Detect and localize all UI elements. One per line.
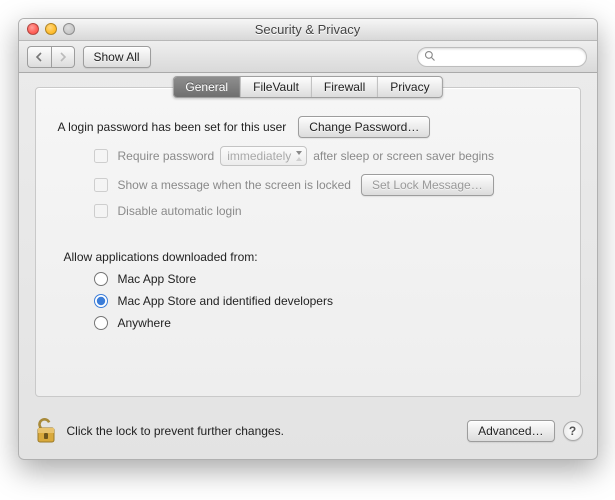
tab-filevault[interactable]: FileVault [241, 77, 312, 97]
show-message-checkbox[interactable] [94, 178, 108, 192]
disable-auto-login-checkbox[interactable] [94, 204, 108, 218]
footer: Click the lock to prevent further change… [19, 409, 597, 459]
window-controls [27, 23, 75, 35]
nav-segment [27, 46, 75, 68]
disable-auto-login-label: Disable automatic login [118, 204, 242, 218]
toolbar: Show All [19, 41, 597, 73]
panel-area: General FileVault Firewall Privacy A log… [19, 73, 597, 409]
tab-privacy[interactable]: Privacy [378, 77, 441, 97]
show-all-button[interactable]: Show All [83, 46, 151, 68]
allow-apps-option-2: Anywhere [118, 316, 171, 330]
change-password-button[interactable]: Change Password… [298, 116, 430, 138]
close-window-button[interactable] [27, 23, 39, 35]
zoom-window-button[interactable] [63, 23, 75, 35]
require-password-label: Require password [118, 149, 215, 163]
require-password-delay-select[interactable]: immediately [220, 146, 307, 166]
search-wrap [417, 47, 587, 67]
require-password-after-text: after sleep or screen saver begins [313, 149, 494, 163]
advanced-button[interactable]: Advanced… [467, 420, 554, 442]
minimize-window-button[interactable] [45, 23, 57, 35]
show-message-label: Show a message when the screen is locked [118, 178, 351, 192]
preferences-window: Security & Privacy Show All General File… [18, 18, 598, 460]
lock-text: Click the lock to prevent further change… [67, 424, 284, 438]
allow-apps-option-0: Mac App Store [118, 272, 197, 286]
search-input[interactable] [417, 47, 587, 67]
search-icon [424, 50, 436, 62]
allow-apps-radio-anywhere[interactable] [94, 316, 108, 330]
tab-content-general: A login password has been set for this u… [58, 116, 558, 330]
allow-apps-radio-mas[interactable] [94, 272, 108, 286]
tab-general[interactable]: General [173, 77, 241, 97]
allow-apps-radio-mas-dev[interactable] [94, 294, 108, 308]
window-title: Security & Privacy [19, 19, 597, 41]
lock-icon[interactable] [33, 417, 59, 445]
tab-firewall[interactable]: Firewall [312, 77, 378, 97]
login-password-text: A login password has been set for this u… [58, 120, 287, 134]
help-button[interactable]: ? [563, 421, 583, 441]
require-password-delay-select-wrap: immediately [220, 146, 307, 166]
main-panel: General FileVault Firewall Privacy A log… [35, 87, 581, 397]
tab-bar: General FileVault Firewall Privacy [172, 76, 442, 98]
allow-apps-option-1: Mac App Store and identified developers [118, 294, 333, 308]
allow-apps-label: Allow applications downloaded from: [64, 250, 558, 264]
set-lock-message-button[interactable]: Set Lock Message… [361, 174, 494, 196]
titlebar: Security & Privacy [19, 19, 597, 41]
back-button[interactable] [27, 46, 51, 68]
require-password-checkbox[interactable] [94, 149, 108, 163]
forward-button[interactable] [51, 46, 75, 68]
